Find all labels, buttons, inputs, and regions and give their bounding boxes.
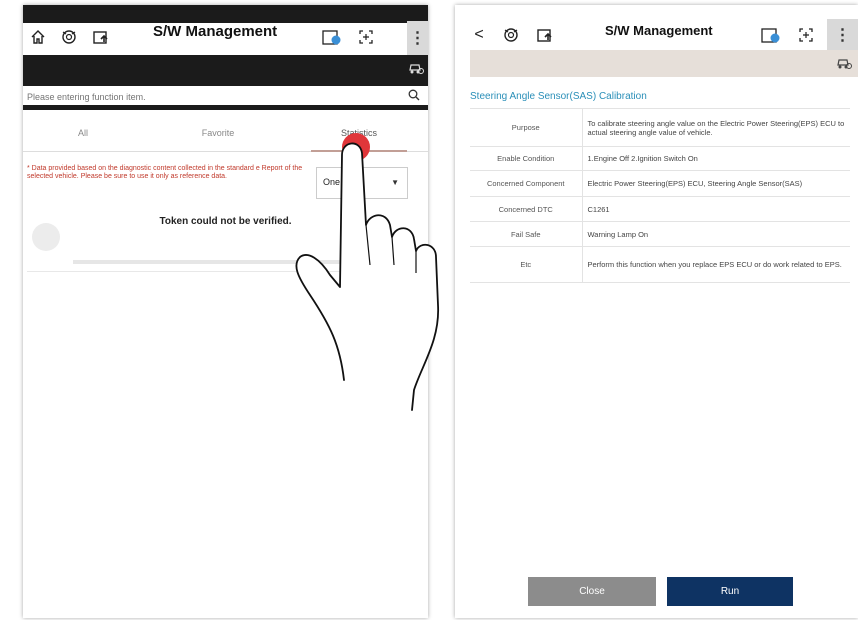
- row-label: Fail Safe: [470, 221, 583, 247]
- upload-icon[interactable]: [91, 25, 111, 49]
- page-title: S/W Management: [605, 23, 713, 38]
- loading-placeholder-avatar: [32, 223, 60, 251]
- right-screen: < S/W Management ⋮ Steering Angle Sensor…: [455, 5, 858, 618]
- table-row: Concerned DTC C1261: [470, 196, 850, 222]
- status-message: Token could not be verified.: [159, 216, 292, 227]
- expand-icon[interactable]: [796, 23, 816, 47]
- search-bar: [23, 86, 428, 110]
- diagnostic-icon[interactable]: [501, 23, 521, 47]
- left-screen: S/W Management ⋮ All Favorite Statistics…: [23, 5, 428, 618]
- row-label: Enable Condition: [470, 146, 583, 171]
- table-row: Concerned Component Electric Power Steer…: [470, 170, 850, 197]
- close-button[interactable]: Close: [528, 577, 656, 606]
- page-title: S/W Management: [153, 23, 278, 40]
- tab-all[interactable]: All: [23, 128, 143, 138]
- left-header: S/W Management ⋮: [23, 5, 428, 90]
- divider: [27, 271, 421, 272]
- search-input[interactable]: [27, 89, 387, 105]
- table-row: Etc Perform this function when you repla…: [470, 246, 850, 283]
- row-value: Warning Lamp On: [582, 221, 850, 247]
- table-row: Enable Condition 1.Engine Off 2.Ignition…: [470, 146, 850, 171]
- notice-text: * Data provided based on the diagnostic …: [27, 165, 303, 180]
- car-icon[interactable]: [836, 56, 852, 73]
- tab-statistics[interactable]: Statistics: [299, 128, 419, 138]
- row-value: 1.Engine Off 2.Ignition Switch On: [582, 146, 850, 171]
- row-label: Concerned DTC: [470, 196, 583, 222]
- run-button[interactable]: Run: [667, 577, 793, 606]
- section-title: Steering Angle Sensor(SAS) Calibration: [470, 91, 647, 102]
- search-icon[interactable]: [408, 89, 420, 104]
- expand-icon[interactable]: [356, 25, 376, 49]
- row-value: To calibrate steering angle value on the…: [582, 108, 850, 147]
- row-label: Concerned Component: [470, 170, 583, 197]
- row-label: Purpose: [470, 108, 583, 147]
- home-icon[interactable]: [29, 25, 47, 49]
- kebab-menu-icon[interactable]: ⋮: [827, 19, 858, 50]
- tab-indicator: [311, 150, 407, 152]
- row-value: C1261: [582, 196, 850, 222]
- function-info-table: Purpose To calibrate steering angle valu…: [470, 108, 850, 283]
- tab-favorite[interactable]: Favorite: [158, 128, 278, 138]
- loading-placeholder-bar: [73, 260, 363, 264]
- period-select-value: One y: [323, 177, 348, 187]
- row-value: Electric Power Steering(EPS) ECU, Steeri…: [582, 170, 850, 197]
- right-title-bar: < S/W Management ⋮: [455, 5, 858, 50]
- chevron-down-icon: ▼: [391, 178, 399, 187]
- table-row: Fail Safe Warning Lamp On: [470, 221, 850, 247]
- kebab-menu-icon[interactable]: ⋮: [407, 21, 428, 55]
- upload-icon[interactable]: [535, 23, 555, 47]
- table-row: Purpose To calibrate steering angle valu…: [470, 108, 850, 147]
- diagnostic-icon[interactable]: [59, 25, 79, 49]
- row-label: Etc: [470, 246, 583, 283]
- calendar-icon[interactable]: [760, 23, 782, 47]
- row-value: Perform this function when you replace E…: [582, 246, 850, 283]
- back-icon[interactable]: <: [471, 25, 487, 45]
- calendar-icon[interactable]: [321, 25, 343, 49]
- vehicle-band: [470, 50, 858, 77]
- period-select[interactable]: One y ▼: [316, 167, 408, 199]
- tab-bar: All Favorite Statistics: [23, 120, 428, 152]
- car-icon[interactable]: [408, 61, 424, 78]
